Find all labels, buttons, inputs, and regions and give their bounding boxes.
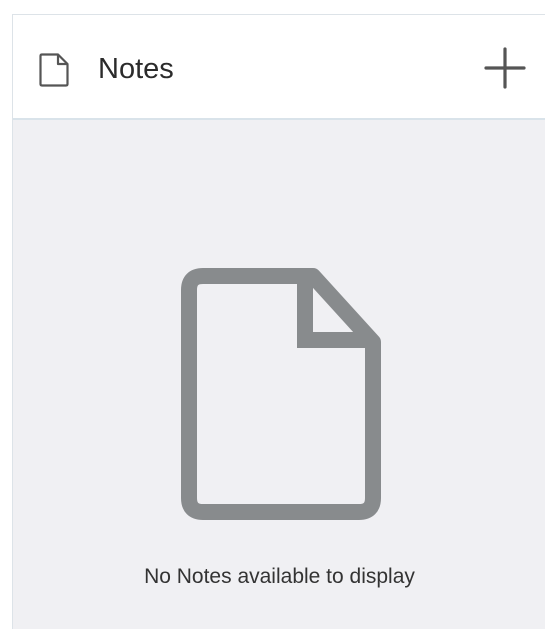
notes-panel: Notes No Notes available to display: [12, 14, 545, 629]
page-title: Notes: [98, 53, 174, 85]
document-icon: [181, 268, 381, 520]
add-note-button[interactable]: [475, 43, 535, 93]
empty-state: No Notes available to display: [13, 120, 545, 630]
document-icon: [39, 53, 69, 87]
notes-header: Notes: [13, 15, 545, 120]
empty-state-message: No Notes available to display: [144, 565, 415, 588]
plus-icon: [484, 47, 526, 89]
